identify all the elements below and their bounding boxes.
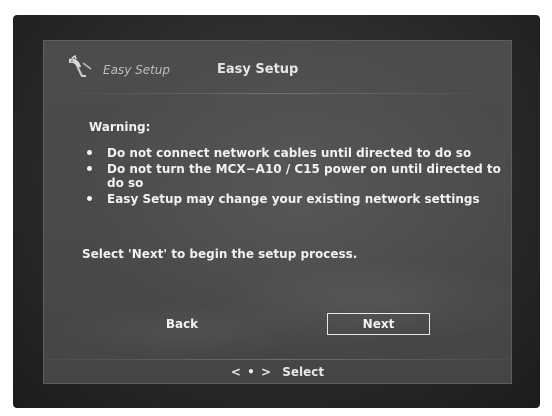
left-dot-right-arrows-icon: < • >: [230, 365, 273, 379]
header-divider: [44, 93, 511, 94]
instruction-text: Select 'Next' to begin the setup process…: [82, 247, 358, 261]
warning-list: Do not connect network cables until dire…: [85, 146, 505, 208]
bullet-icon: [87, 150, 92, 155]
warning-label: Warning:: [89, 120, 151, 134]
list-item: Do not turn the MCX−A10 / C15 power on u…: [85, 162, 505, 190]
satellite-dish-icon: [66, 54, 92, 79]
back-button[interactable]: Back: [152, 313, 212, 335]
header: Easy Setup Easy Setup: [44, 41, 511, 101]
list-item: Easy Setup may change your existing netw…: [85, 192, 505, 206]
footer-hint-label: Select: [282, 365, 325, 379]
bullet-text: Do not turn the MCX−A10 / C15 power on u…: [107, 162, 501, 190]
footer-divider: [44, 359, 511, 360]
brand-label: Easy Setup: [103, 63, 171, 77]
bullet-icon: [87, 166, 92, 171]
page-title: Easy Setup: [217, 62, 299, 77]
bullet-text: Do not connect network cables until dire…: [107, 146, 472, 160]
bullet-icon: [87, 196, 92, 201]
setup-screen: Easy Setup Easy Setup Warning: Do not co…: [43, 40, 512, 384]
next-button[interactable]: Next: [327, 313, 430, 335]
list-item: Do not connect network cables until dire…: [85, 146, 505, 160]
bullet-text: Easy Setup may change your existing netw…: [107, 192, 480, 206]
footer-hint: < • > Select: [44, 365, 511, 379]
